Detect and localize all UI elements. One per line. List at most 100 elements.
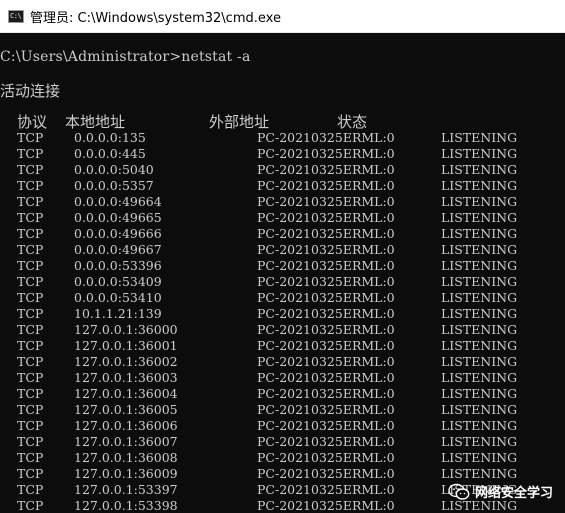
foreign-address-cell: PC-20210325ERML:0 [257, 418, 395, 433]
protocol-cell: TCP [17, 210, 44, 225]
table-row: TCP 127.0.0.1:36001 PC-20210325ERML:0 LISTE… [0, 338, 565, 354]
wechat-icon [448, 483, 470, 500]
protocol-cell: TCP [17, 338, 44, 353]
protocol-cell: TCP [17, 162, 44, 177]
local-address-cell: 0.0.0.0:53410 [74, 290, 162, 305]
foreign-address-cell: PC-20210325ERML:0 [257, 146, 395, 161]
protocol-cell: TCP [17, 274, 44, 289]
connection-table: TCP 0.0.0.0:135 PC-20210325ERML:0 LISTENING… [0, 130, 565, 513]
protocol-cell: TCP [17, 226, 44, 241]
state-cell: LISTENING [441, 146, 518, 161]
foreign-address-cell: PC-20210325ERML:0 [257, 162, 395, 177]
table-row: TCP 0.0.0.0:49666 PC-20210325ERML:0 LISTENI… [0, 226, 565, 242]
section-title: 活动连接 [0, 82, 61, 100]
local-address-cell: 10.1.1.21:139 [74, 306, 162, 321]
table-row: TCP 127.0.0.1:36007 PC-20210325ERML:0 LISTE… [0, 434, 565, 450]
table-row: TCP 127.0.0.1:36008 PC-20210325ERML:0 LISTE… [0, 450, 565, 466]
protocol-cell: TCP [17, 146, 44, 161]
console-output[interactable]: C:\Users\Administrator>netstat -a 活动连接 协… [0, 33, 565, 513]
protocol-cell: TCP [17, 450, 44, 465]
table-row: TCP 0.0.0.0:49667 PC-20210325ERML:0 LISTENI… [0, 242, 565, 258]
protocol-cell: TCP [17, 130, 44, 145]
protocol-cell: TCP [17, 242, 44, 257]
state-cell: LISTENING [441, 194, 518, 209]
foreign-address-cell: PC-20210325ERML:0 [257, 482, 395, 497]
foreign-address-cell: PC-20210325ERML:0 [257, 434, 395, 449]
state-cell: LISTENING [441, 226, 518, 241]
table-row: TCP 127.0.0.1:36003 PC-20210325ERML:0 LISTE… [0, 370, 565, 386]
foreign-address-cell: PC-20210325ERML:0 [257, 210, 395, 225]
foreign-address-cell: PC-20210325ERML:0 [257, 498, 395, 513]
table-row: TCP 0.0.0.0:53396 PC-20210325ERML:0 LISTENI… [0, 258, 565, 274]
state-cell: LISTENING [441, 370, 518, 385]
header-local-address: 本地地址 [65, 113, 126, 131]
state-cell: LISTENING [441, 418, 518, 433]
window-title: 管理员: C:\Windows\system32\cmd.exe [30, 10, 281, 26]
cmd-icon-glyph: C:\ [10, 11, 22, 20]
state-cell: LISTENING [441, 290, 518, 305]
foreign-address-cell: PC-20210325ERML:0 [257, 450, 395, 465]
table-row: TCP 0.0.0.0:5357 PC-20210325ERML:0 LISTENIN… [0, 178, 565, 194]
local-address-cell: 127.0.0.1:36006 [74, 418, 178, 433]
foreign-address-cell: PC-20210325ERML:0 [257, 354, 395, 369]
state-cell: LISTENING [441, 450, 518, 465]
local-address-cell: 0.0.0.0:53409 [74, 274, 162, 289]
state-cell: LISTENING [441, 466, 518, 481]
local-address-cell: 0.0.0.0:5357 [74, 178, 154, 193]
local-address-cell: 0.0.0.0:49664 [74, 194, 162, 209]
local-address-cell: 127.0.0.1:36002 [74, 354, 178, 369]
foreign-address-cell: PC-20210325ERML:0 [257, 322, 395, 337]
local-address-cell: 0.0.0.0:49667 [74, 242, 162, 257]
local-address-cell: 0.0.0.0:49666 [74, 226, 162, 241]
state-cell: LISTENING [441, 242, 518, 257]
watermark-text: 网络安全学习 [474, 486, 553, 501]
state-cell: LISTENING [441, 338, 518, 353]
local-address-cell: 0.0.0.0:5040 [74, 162, 154, 177]
foreign-address-cell: PC-20210325ERML:0 [257, 370, 395, 385]
state-cell: LISTENING [441, 274, 518, 289]
state-cell: LISTENING [441, 354, 518, 369]
protocol-cell: TCP [17, 498, 44, 513]
local-address-cell: 0.0.0.0:445 [74, 146, 146, 161]
table-row: TCP 0.0.0.0:49665 PC-20210325ERML:0 LISTENI… [0, 210, 565, 226]
protocol-cell: TCP [17, 386, 44, 401]
foreign-address-cell: PC-20210325ERML:0 [257, 258, 395, 273]
protocol-cell: TCP [17, 418, 44, 433]
watermark: 网络安全学习 [448, 482, 553, 501]
foreign-address-cell: PC-20210325ERML:0 [257, 178, 395, 193]
protocol-cell: TCP [17, 178, 44, 193]
foreign-address-cell: PC-20210325ERML:0 [257, 466, 395, 481]
state-cell: LISTENING [441, 402, 518, 417]
state-cell: LISTENING [441, 434, 518, 449]
foreign-address-cell: PC-20210325ERML:0 [257, 402, 395, 417]
protocol-cell: TCP [17, 402, 44, 417]
local-address-cell: 0.0.0.0:49665 [74, 210, 162, 225]
state-cell: LISTENING [441, 178, 518, 193]
state-cell: LISTENING [441, 210, 518, 225]
table-row: TCP 127.0.0.1:36009 PC-20210325ERML:0 LISTE… [0, 466, 565, 482]
local-address-cell: 0.0.0.0:135 [74, 130, 146, 145]
header-foreign-address: 外部地址 [209, 113, 270, 131]
foreign-address-cell: PC-20210325ERML:0 [257, 242, 395, 257]
state-cell: LISTENING [441, 130, 518, 145]
table-row: TCP 127.0.0.1:36002 PC-20210325ERML:0 LISTE… [0, 354, 565, 370]
header-state: 状态 [337, 113, 368, 131]
table-row: TCP 0.0.0.0:445 PC-20210325ERML:0 LISTENING [0, 146, 565, 162]
table-row: TCP 0.0.0.0:135 PC-20210325ERML:0 LISTENING [0, 130, 565, 146]
local-address-cell: 127.0.0.1:36003 [74, 370, 178, 385]
table-row: TCP 0.0.0.0:5040 PC-20210325ERML:0 LISTENIN… [0, 162, 565, 178]
command-prompt-line: C:\Users\Administrator>netstat -a [0, 49, 251, 65]
protocol-cell: TCP [17, 290, 44, 305]
cmd-icon: C:\ [8, 9, 24, 23]
state-cell: LISTENING [441, 306, 518, 321]
table-row: TCP 0.0.0.0:53410 PC-20210325ERML:0 LISTENI… [0, 290, 565, 306]
foreign-address-cell: PC-20210325ERML:0 [257, 130, 395, 145]
local-address-cell: 127.0.0.1:36005 [74, 402, 178, 417]
foreign-address-cell: PC-20210325ERML:0 [257, 274, 395, 289]
local-address-cell: 127.0.0.1:53397 [74, 482, 178, 497]
table-row: TCP 0.0.0.0:49664 PC-20210325ERML:0 LISTENI… [0, 194, 565, 210]
protocol-cell: TCP [17, 354, 44, 369]
local-address-cell: 127.0.0.1:53398 [74, 498, 178, 513]
title-bar[interactable]: C:\ 管理员: C:\Windows\system32\cmd.exe [0, 0, 565, 33]
protocol-cell: TCP [17, 194, 44, 209]
